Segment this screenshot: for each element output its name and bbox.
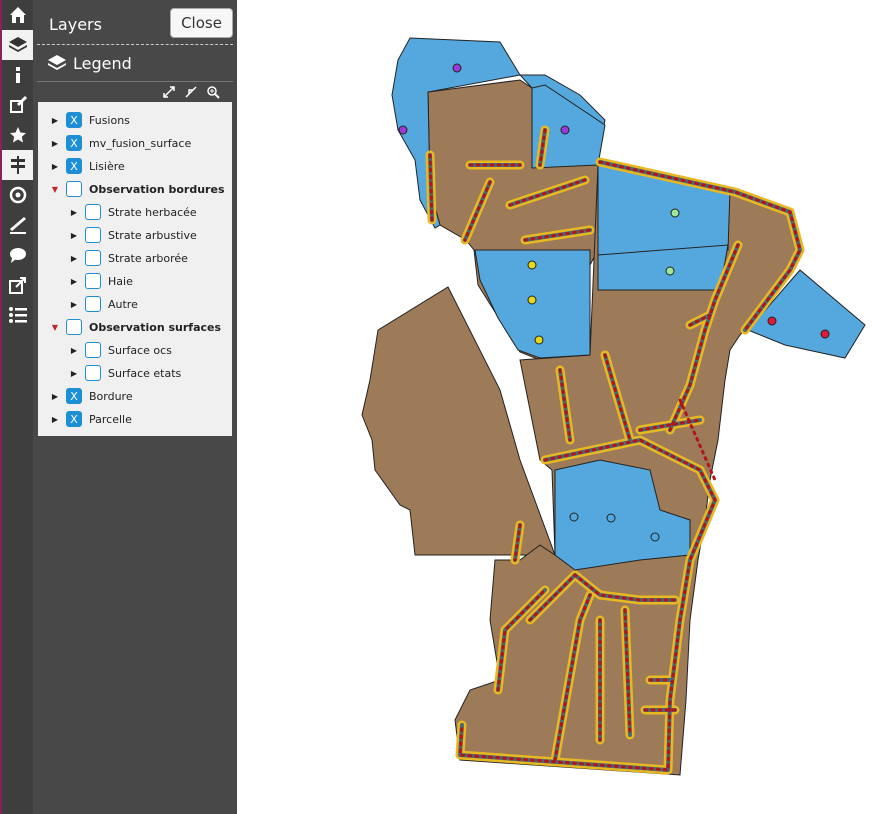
expand-arrow-icon[interactable]: ▶ — [69, 208, 79, 217]
expand-arrow-icon[interactable]: ▶ — [69, 369, 79, 378]
info-icon[interactable] — [2, 60, 33, 90]
layer-label: Lisière — [89, 159, 125, 173]
layer-label: Haie — [108, 274, 133, 288]
expand-arrow-icon[interactable]: ▶ — [69, 300, 79, 309]
layer-label: Observation bordures — [89, 182, 225, 196]
layer-row[interactable]: ▶ Haie — [69, 271, 133, 291]
star-icon[interactable] — [2, 120, 33, 150]
map-canvas[interactable] — [237, 0, 894, 814]
collapse-icon[interactable] — [184, 85, 198, 99]
map-point — [527, 295, 537, 305]
layer-checkbox[interactable]: X — [66, 135, 82, 151]
layer-row[interactable]: ▶ Surface ocs — [69, 340, 172, 360]
layer-row[interactable]: ▼ Observation surfaces — [50, 317, 221, 337]
target-icon[interactable] — [2, 180, 33, 210]
expand-arrow-icon[interactable]: ▶ — [69, 346, 79, 355]
layer-checkbox[interactable] — [85, 204, 101, 220]
layer-row[interactable]: ▶ Xmv_fusion_surface — [50, 133, 191, 153]
expand-arrow-icon[interactable]: ▶ — [50, 162, 60, 171]
layer-label: Bordure — [89, 389, 133, 403]
map-point — [398, 125, 408, 135]
expand-icon[interactable] — [162, 85, 176, 99]
layer-checkbox[interactable]: X — [66, 411, 82, 427]
expand-arrow-icon[interactable]: ▶ — [50, 139, 60, 148]
layer-label: Fusions — [89, 113, 130, 127]
layer-checkbox[interactable] — [85, 296, 101, 312]
layer-label: Surface ocs — [108, 343, 172, 357]
map-point — [569, 512, 579, 522]
layer-label: Parcelle — [89, 412, 132, 426]
signpost-icon[interactable] — [2, 150, 33, 180]
legend-tools — [37, 82, 233, 103]
expand-arrow-icon[interactable]: ▶ — [50, 116, 60, 125]
map-point — [560, 125, 570, 135]
layer-row[interactable]: ▶ Strate herbacée — [69, 202, 197, 222]
panel-title: Layers — [49, 15, 102, 34]
layer-checkbox[interactable]: X — [66, 388, 82, 404]
layer-checkbox[interactable] — [85, 250, 101, 266]
zoom-icon[interactable] — [206, 85, 220, 99]
close-button[interactable]: Close — [170, 8, 233, 38]
comment-icon[interactable] — [2, 240, 33, 270]
layer-checkbox[interactable]: X — [66, 158, 82, 174]
map-point — [670, 208, 680, 218]
layer-label: Observation surfaces — [89, 320, 222, 334]
layer-label: Strate herbacée — [108, 205, 197, 219]
map-point — [820, 329, 830, 339]
list-icon[interactable] — [2, 300, 33, 330]
layer-checkbox[interactable] — [85, 342, 101, 358]
map-point — [650, 532, 660, 542]
measure-icon[interactable] — [2, 210, 33, 240]
layer-checkbox[interactable] — [66, 181, 82, 197]
map-point — [767, 316, 777, 326]
layer-label: Strate arborée — [108, 251, 188, 265]
layer-row[interactable]: ▶ X Fusions — [50, 110, 130, 130]
layer-row[interactable]: ▶ X Lisière — [50, 156, 125, 176]
layer-label: Autre — [108, 297, 138, 311]
map-point — [665, 266, 675, 276]
layers-icon[interactable] — [2, 30, 33, 60]
layer-checkbox[interactable] — [85, 227, 101, 243]
layer-row[interactable]: ▶ Autre — [69, 294, 138, 314]
layer-checkbox[interactable] — [85, 273, 101, 289]
edit-icon[interactable] — [2, 90, 33, 120]
layer-checkbox[interactable]: X — [66, 112, 82, 128]
collapse-arrow-icon[interactable]: ▼ — [50, 185, 60, 194]
layer-row[interactable]: ▶ X Parcelle — [50, 409, 132, 429]
layer-row[interactable]: ▶ Strate arborée — [69, 248, 188, 268]
expand-arrow-icon[interactable]: ▶ — [69, 254, 79, 263]
collapse-arrow-icon[interactable]: ▼ — [50, 323, 60, 332]
expand-arrow-icon[interactable]: ▶ — [69, 231, 79, 240]
layer-label: Surface etats — [108, 366, 182, 380]
legend-title: Legend — [73, 54, 132, 73]
layer-label: mv_fusion_surface — [89, 136, 192, 150]
layer-checkbox[interactable] — [85, 365, 101, 381]
expand-arrow-icon[interactable]: ▶ — [69, 277, 79, 286]
layer-row[interactable]: ▶ Strate arbustive — [69, 225, 197, 245]
layer-row[interactable]: ▼ Observation bordures — [50, 179, 225, 199]
layer-row[interactable]: ▶ Surface etats — [69, 363, 181, 383]
share-icon[interactable] — [2, 270, 33, 300]
layer-row[interactable]: ▶ X Bordure — [50, 386, 133, 406]
layer-tree: ▶ X Fusions ▶ Xmv_fusion_surface ▶ X Lisière ▼ Ob… — [38, 102, 232, 436]
expand-arrow-icon[interactable]: ▶ — [50, 392, 60, 401]
map-point — [534, 335, 544, 345]
layer-label: Strate arbustive — [108, 228, 197, 242]
map-point — [606, 513, 616, 523]
map-point — [452, 63, 462, 73]
layer-checkbox[interactable] — [66, 319, 82, 335]
map-view[interactable] — [237, 0, 894, 814]
expand-arrow-icon[interactable]: ▶ — [50, 415, 60, 424]
toolbar — [0, 0, 33, 814]
panel-header: Layers Close — [37, 0, 233, 45]
legend-header: Legend — [37, 45, 233, 82]
layers-icon — [48, 55, 66, 70]
map-point — [527, 260, 537, 270]
home-icon[interactable] — [2, 0, 33, 30]
